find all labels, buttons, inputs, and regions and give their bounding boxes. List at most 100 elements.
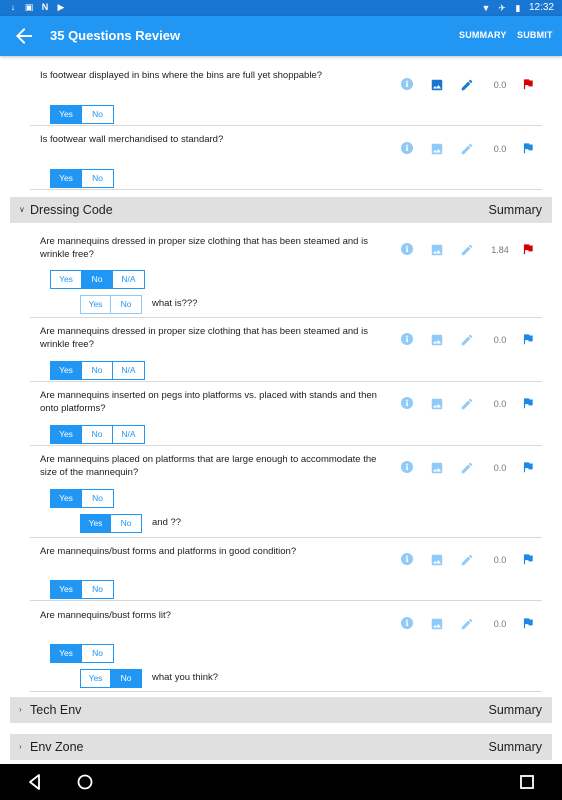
info-icon[interactable]: i <box>401 461 413 473</box>
pencil-icon[interactable] <box>460 78 474 92</box>
option-no[interactable]: No <box>82 106 113 123</box>
question-row: Is footwear wall merchandised to standar… <box>30 126 542 190</box>
question-score: 1.84 <box>491 245 509 255</box>
pencil-icon[interactable] <box>460 553 474 567</box>
pencil-icon[interactable] <box>460 333 474 347</box>
answer-toggle: Yes No N/A <box>50 270 145 289</box>
option-yes[interactable]: Yes <box>51 490 82 507</box>
image-icon[interactable] <box>430 333 444 347</box>
question-score: 0.0 <box>493 335 507 345</box>
image-icon[interactable] <box>430 461 444 475</box>
option-yes[interactable]: Yes <box>51 645 82 662</box>
airplane-icon: ✈ <box>498 2 506 13</box>
option-no[interactable]: No <box>82 490 113 507</box>
option-no[interactable]: No <box>82 271 113 288</box>
question-row: Are mannequins dressed in proper size cl… <box>30 318 542 382</box>
option-na[interactable]: N/A <box>113 362 144 379</box>
question-text: Is footwear wall merchandised to standar… <box>40 134 224 145</box>
home-nav-icon[interactable] <box>75 772 95 792</box>
option-yes[interactable]: Yes <box>51 426 82 443</box>
flag-icon[interactable] <box>521 460 535 474</box>
info-icon[interactable]: i <box>401 333 413 345</box>
section-header-env-zone[interactable]: › Env Zone Summary <box>10 734 552 760</box>
info-icon[interactable]: i <box>401 553 413 565</box>
option-yes[interactable]: Yes <box>81 515 111 532</box>
question-row: Are mannequins dressed in proper size cl… <box>30 226 542 318</box>
option-no[interactable]: No <box>82 170 113 187</box>
option-no[interactable]: No <box>82 645 113 662</box>
option-no[interactable]: No <box>111 670 141 687</box>
section-header-tech-env[interactable]: › Tech Env Summary <box>10 697 552 723</box>
recents-nav-icon[interactable] <box>517 772 537 792</box>
info-icon[interactable]: i <box>401 78 413 90</box>
section-summary-link[interactable]: Summary <box>489 703 542 717</box>
section-summary-link[interactable]: Summary <box>489 203 542 217</box>
pencil-icon[interactable] <box>460 397 474 411</box>
back-nav-icon[interactable] <box>25 772 45 792</box>
image-icon[interactable] <box>430 243 444 257</box>
flag-icon[interactable] <box>521 77 535 91</box>
question-actions: i 0.0 <box>400 78 542 94</box>
submit-button[interactable]: SUBMIT <box>517 30 553 40</box>
pencil-icon[interactable] <box>460 617 474 631</box>
flag-icon[interactable] <box>521 141 535 155</box>
info-icon[interactable]: i <box>401 142 413 154</box>
battery-icon: ▮ <box>515 2 521 13</box>
image-icon[interactable] <box>430 142 444 156</box>
section-summary-link[interactable]: Summary <box>489 740 542 754</box>
section-header-dressing-code[interactable]: ∨ Dressing Code Summary <box>10 197 552 223</box>
question-actions: i 0.0 <box>400 397 542 413</box>
option-no[interactable]: No <box>82 362 113 379</box>
option-yes[interactable]: Yes <box>81 296 111 313</box>
flag-icon[interactable] <box>521 552 535 566</box>
question-text: Are mannequins/bust forms lit? <box>40 610 171 621</box>
question-actions: i 0.0 <box>400 333 542 349</box>
followup-toggle: Yes No <box>80 514 142 533</box>
questions-list[interactable]: Is footwear displayed in bins where the … <box>0 56 562 764</box>
pencil-icon[interactable] <box>460 243 474 257</box>
summary-button[interactable]: SUMMARY <box>459 30 507 40</box>
followup-label: and ?? <box>152 517 182 528</box>
question-actions: i 0.0 <box>400 553 542 569</box>
option-no[interactable]: No <box>82 426 113 443</box>
chevron-down-icon: ∨ <box>19 205 25 214</box>
chevron-right-icon: › <box>19 742 22 751</box>
option-no[interactable]: No <box>111 296 141 313</box>
question-score: 0.0 <box>493 463 507 473</box>
option-na[interactable]: N/A <box>113 426 144 443</box>
question-row: Are mannequins placed on platforms that … <box>30 446 542 538</box>
flag-icon[interactable] <box>521 396 535 410</box>
option-yes[interactable]: Yes <box>81 670 111 687</box>
back-arrow-icon[interactable] <box>12 24 36 48</box>
info-icon[interactable]: i <box>401 397 413 409</box>
option-yes[interactable]: Yes <box>51 362 82 379</box>
option-na[interactable]: N/A <box>113 271 144 288</box>
flag-icon[interactable] <box>521 242 535 256</box>
info-icon[interactable]: i <box>401 243 413 255</box>
image-icon[interactable] <box>430 553 444 567</box>
option-yes[interactable]: Yes <box>51 106 82 123</box>
section-title: Env Zone <box>30 740 84 754</box>
play-store-icon: ▶ <box>57 2 65 12</box>
pencil-icon[interactable] <box>460 142 474 156</box>
option-yes[interactable]: Yes <box>51 170 82 187</box>
question-text: Is footwear displayed in bins where the … <box>40 70 323 81</box>
question-score: 0.0 <box>493 144 507 154</box>
question-text: Are mannequins inserted on pegs into pla… <box>40 390 377 414</box>
image-icon[interactable] <box>430 78 444 92</box>
question-actions: i 1.84 <box>400 243 542 259</box>
followup-label: what is??? <box>152 298 198 309</box>
image-icon[interactable] <box>430 397 444 411</box>
page-title: 35 Questions Review <box>50 28 181 43</box>
option-yes[interactable]: Yes <box>51 271 82 288</box>
option-no[interactable]: No <box>82 581 113 598</box>
status-time: 12:32 <box>528 2 554 13</box>
image-icon[interactable] <box>430 617 444 631</box>
flag-icon[interactable] <box>521 332 535 346</box>
pencil-icon[interactable] <box>460 461 474 475</box>
question-actions: i 0.0 <box>400 617 542 633</box>
flag-icon[interactable] <box>521 616 535 630</box>
option-no[interactable]: No <box>111 515 141 532</box>
info-icon[interactable]: i <box>401 617 413 629</box>
option-yes[interactable]: Yes <box>51 581 82 598</box>
